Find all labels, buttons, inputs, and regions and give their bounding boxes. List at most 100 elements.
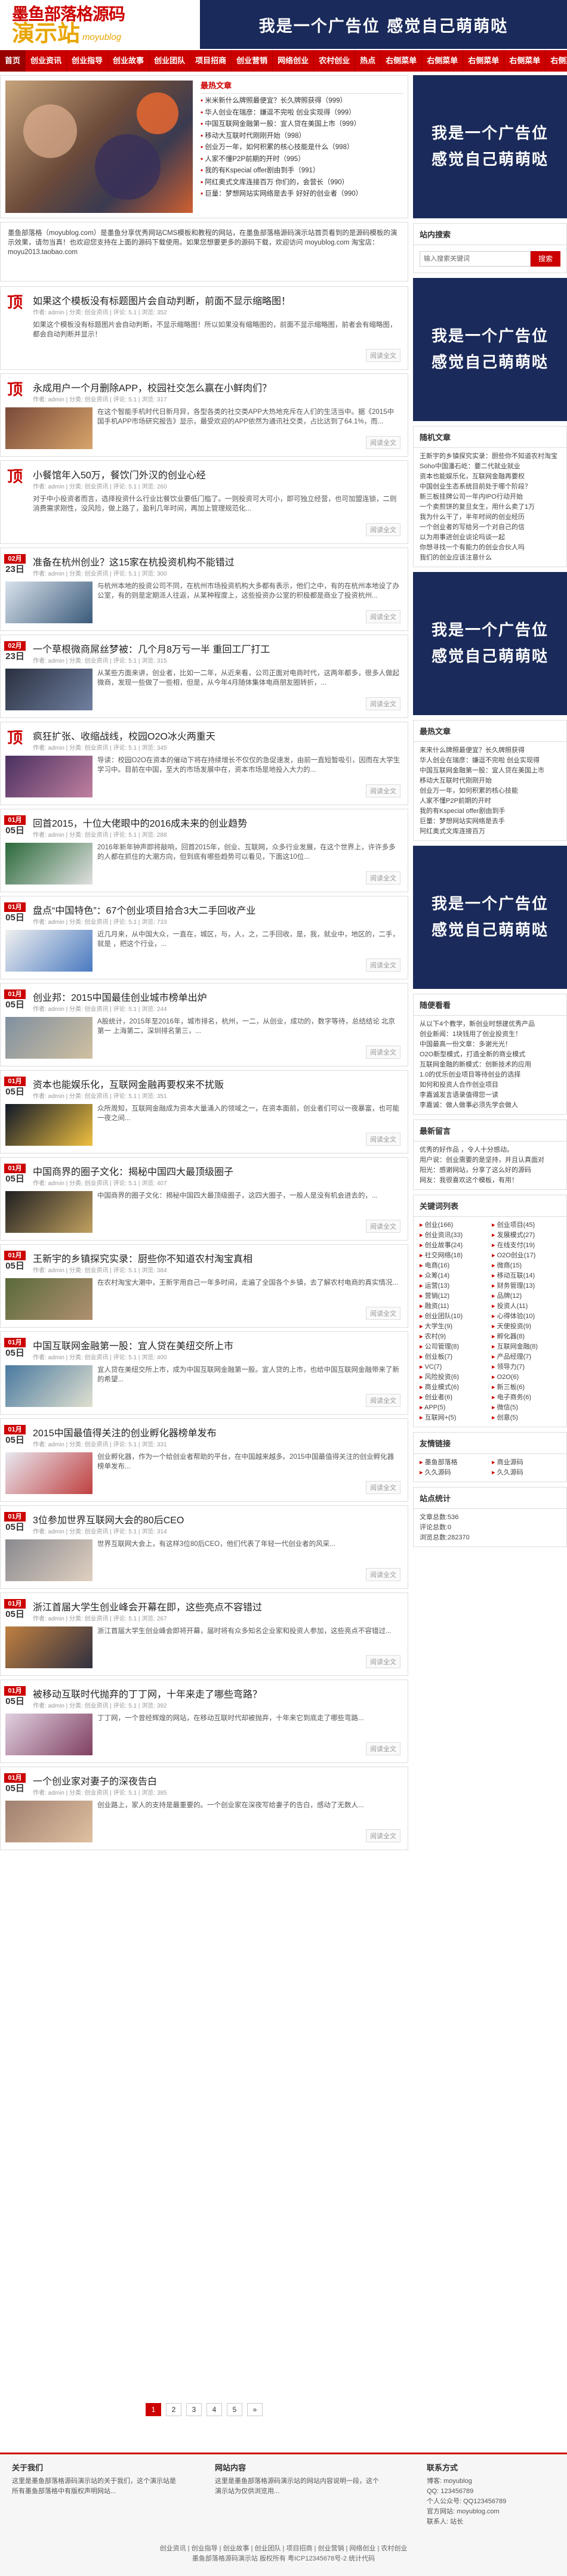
post-thumbnail[interactable] <box>5 1278 93 1320</box>
tag-link[interactable]: 融资(11) <box>420 1301 488 1312</box>
tag-link[interactable]: 商业模式(6) <box>420 1383 488 1393</box>
tag-link[interactable]: 在线支付(19) <box>492 1241 560 1251</box>
random-article-link[interactable]: 中国创业生态系统目前处于哪个阶段？ <box>420 482 560 492</box>
post-title[interactable]: 小餐馆年入50万，餐饮门外汉的创业心经 <box>33 467 206 481</box>
tag-link[interactable]: 创业项目(45) <box>492 1220 560 1230</box>
random-article-link[interactable]: 一个卖煎饼的复旦女生，用什么卖了1万 <box>420 502 560 512</box>
post-title[interactable]: 中国互联网金融第一股：宜人贷在美纽交所上市 <box>33 1338 233 1352</box>
recent-comment-link[interactable]: 用户说：创业需要的是坚持，并且认真面对 <box>420 1155 560 1165</box>
tag-link[interactable]: 运营(13) <box>420 1281 488 1291</box>
latest-article-link[interactable]: 人家不懂P2P前期的开时 <box>420 796 560 806</box>
hot-article-link[interactable]: 移动大互联时代刚刚开始（998） <box>201 131 403 143</box>
read-more-button[interactable]: 阅读全文 <box>366 1133 400 1146</box>
read-more-button[interactable]: 阅读全文 <box>366 610 400 623</box>
sidebar-ad-4[interactable]: 我是一个广告位 感觉自己萌萌哒 <box>413 846 567 989</box>
post-title[interactable]: 准备在杭州创业？这15家在杭投资机构不能错过 <box>33 554 235 568</box>
random-article-link[interactable]: 你想寻找一个有能力的创业合伙人吗 <box>420 543 560 553</box>
read-more-button[interactable]: 阅读全文 <box>366 1046 400 1059</box>
search-input[interactable]: 输入搜索关键词 <box>420 251 531 267</box>
hot-article-link[interactable]: 阿红奥式文库连接百万 你们的，会营长（990） <box>201 177 403 189</box>
tag-link[interactable]: VC(7) <box>420 1362 488 1372</box>
random-article-link[interactable]: 以为用事进创业谈论吗谈一起 <box>420 533 560 543</box>
tag-link[interactable]: 风险投资(6) <box>420 1372 488 1383</box>
hot-article-link[interactable]: 人家不懂P2P前期的开时（995） <box>201 154 403 166</box>
recent-comment-link[interactable]: 优秀的好作品 ，令人十分感动。 <box>420 1145 560 1155</box>
friend-link[interactable]: 久久源码 <box>420 1468 488 1478</box>
post-title[interactable]: 一个创业家对妻子的深夜告白 <box>33 1773 157 1788</box>
random-article-link[interactable]: 资本也能娱乐化，互联网金融再要权 <box>420 472 560 482</box>
tag-link[interactable]: 公司管理(8) <box>420 1342 488 1352</box>
hot-article-link[interactable]: 米米新什么牌照最便宜？长久牌照获得（999） <box>201 95 403 107</box>
nav-item[interactable]: 创业故事 <box>108 50 150 72</box>
nav-item[interactable]: 项目招商 <box>190 50 232 72</box>
post-thumbnail[interactable] <box>5 669 93 710</box>
tag-link[interactable]: 大学生(9) <box>420 1322 488 1332</box>
read-more-button[interactable]: 阅读全文 <box>366 1307 400 1320</box>
post-title[interactable]: 被移动互联时代抛弃的丁丁网，十年来走了哪些弯路？ <box>33 1686 262 1700</box>
logo-title[interactable]: 墨鱼部落格源码 <box>12 1 191 24</box>
post-thumbnail[interactable] <box>5 1191 93 1233</box>
footer-nav[interactable]: 创业资讯 | 创业指导 | 创业故事 | 创业团队 | 项目招商 | 创业营销 … <box>0 2544 567 2554</box>
nav-right-item[interactable]: 右侧菜单 <box>422 50 464 72</box>
latest-article-link[interactable]: 阿红奥式文库连接百万 <box>420 827 560 837</box>
tag-link[interactable]: 移动互联(14) <box>492 1271 560 1281</box>
post-title[interactable]: 创业邦：2015中国最佳创业城市榜单出炉 <box>33 989 207 1004</box>
browse-article-link[interactable]: 李嘉诚发言语录值得您一读 <box>420 1090 560 1100</box>
read-more-button[interactable]: 阅读全文 <box>366 1220 400 1233</box>
latest-article-link[interactable]: 移动大互联时代刚刚开始 <box>420 776 560 786</box>
page-link[interactable]: 1 <box>146 2403 161 2416</box>
page-link[interactable]: » <box>247 2403 263 2416</box>
post-title[interactable]: 一个草根微商屌丝梦被：几个月8万亏一半 重回工厂打工 <box>33 641 270 655</box>
post-thumbnail[interactable] <box>5 1801 93 1842</box>
nav-item[interactable]: 热点 <box>355 50 381 72</box>
tag-link[interactable]: 新三板(6) <box>492 1383 560 1393</box>
tag-link[interactable]: 天使投资(9) <box>492 1322 560 1332</box>
hot-article-link[interactable]: 我的有Kspecial offer剧由到手（991） <box>201 165 403 177</box>
browse-article-link[interactable]: 互联网金融的新模式：创新技术的应用 <box>420 1060 560 1070</box>
tag-link[interactable]: 众筹(14) <box>420 1271 488 1281</box>
post-title[interactable]: 永成用户一个月删除APP，校园社交怎么赢在小鲜肉们？ <box>33 380 272 394</box>
read-more-button[interactable]: 阅读全文 <box>366 523 400 536</box>
nav-item[interactable]: 创业团队 <box>149 50 191 72</box>
post-title[interactable]: 浙江首届大学生创业峰会开幕在即，这些亮点不容错过 <box>33 1599 262 1613</box>
friend-link[interactable]: 久久源码 <box>492 1468 560 1478</box>
browse-article-link[interactable]: 1.0的优乐创业项目等待创业的选择 <box>420 1070 560 1080</box>
hot-article-link[interactable]: 创业万一年，如何积累的核心技能是什么（998） <box>201 142 403 154</box>
tag-link[interactable]: 创业团队(10) <box>420 1312 488 1322</box>
nav-item[interactable]: 网络创业 <box>273 50 315 72</box>
read-more-button[interactable]: 阅读全文 <box>366 1829 400 1842</box>
post-thumbnail[interactable] <box>5 756 93 797</box>
post-thumbnail[interactable] <box>5 407 93 449</box>
browse-article-link[interactable]: 从以下4个教学，新创业时想建优秀产品 <box>420 1019 560 1029</box>
read-more-button[interactable]: 阅读全文 <box>366 958 400 972</box>
tag-link[interactable]: 电子商务(6) <box>492 1393 560 1403</box>
sidebar-ad-2[interactable]: 我是一个广告位 感觉自己萌萌哒 <box>413 278 567 421</box>
browse-article-link[interactable]: 创业新闻：1块钱用了创业投资生！ <box>420 1029 560 1040</box>
tag-link[interactable]: APP(5) <box>420 1403 488 1413</box>
read-more-button[interactable]: 阅读全文 <box>366 1568 400 1581</box>
recent-comment-link[interactable]: 阳光：感谢网站，分享了这么好的源码 <box>420 1165 560 1176</box>
post-thumbnail[interactable] <box>5 1104 93 1146</box>
read-more-button[interactable]: 阅读全文 <box>366 784 400 797</box>
tag-link[interactable]: 营销(12) <box>420 1291 488 1301</box>
tag-link[interactable]: 发展模式(27) <box>492 1230 560 1241</box>
tag-link[interactable]: 财务管理(13) <box>492 1281 560 1291</box>
page-link[interactable]: 2 <box>166 2403 181 2416</box>
page-link[interactable]: 4 <box>207 2403 222 2416</box>
post-thumbnail[interactable] <box>5 582 93 623</box>
nav-item[interactable]: 首页 <box>0 50 26 72</box>
read-more-button[interactable]: 阅读全文 <box>366 871 400 885</box>
random-article-link[interactable]: 一个创业者的写给另一个对自己的信 <box>420 522 560 533</box>
tag-link[interactable]: 微商(15) <box>492 1261 560 1271</box>
latest-article-link[interactable]: 创业万一年，如何积累的核心技能 <box>420 786 560 796</box>
sidebar-ad-1[interactable]: 我是一个广告位 感觉自己萌萌哒 <box>413 75 567 218</box>
recent-comment-link[interactable]: 网友：我很喜欢这个模板，有用！ <box>420 1176 560 1186</box>
tag-link[interactable]: 微信(5) <box>492 1403 560 1413</box>
tag-link[interactable]: 互联网+(5) <box>420 1413 488 1423</box>
page-link[interactable]: 5 <box>227 2403 242 2416</box>
nav-right-item[interactable]: 右侧菜单 <box>504 50 546 72</box>
tag-link[interactable]: 农村(9) <box>420 1332 488 1342</box>
friend-link[interactable]: 商业源码 <box>492 1458 560 1468</box>
latest-article-link[interactable]: 华人创业在瑞彦：嫌逗不完啦 创业实现得 <box>420 756 560 766</box>
tag-link[interactable]: 电商(16) <box>420 1261 488 1271</box>
